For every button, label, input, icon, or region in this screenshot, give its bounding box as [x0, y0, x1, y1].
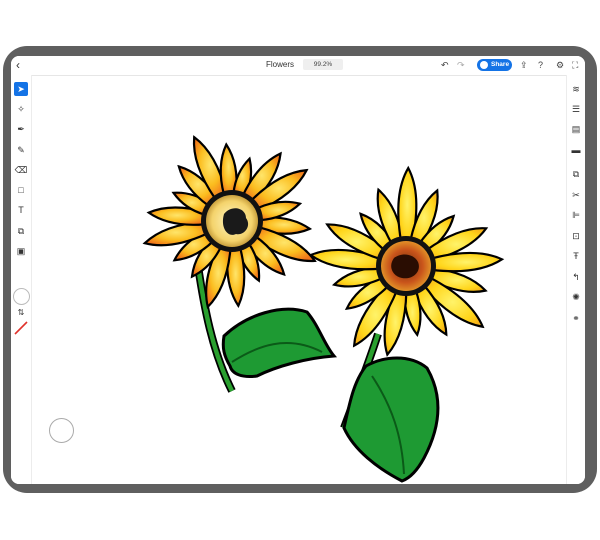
- place-image-tool[interactable]: ▣: [14, 244, 28, 258]
- arrange-icon[interactable]: ⧉: [569, 167, 583, 181]
- help-icon[interactable]: ?: [538, 60, 543, 70]
- share-label: Share: [491, 61, 510, 68]
- right-sunflower[interactable]: [308, 165, 505, 357]
- undo-icon[interactable]: ↶: [441, 60, 449, 71]
- top-bar: ‹ Flowers 99.2% ↶ ↷ Share ⇪ ? ⚙ ⛶: [11, 56, 585, 76]
- eraser-tool[interactable]: ⌫: [14, 163, 28, 177]
- export-icon[interactable]: ⇪: [520, 60, 528, 71]
- seed-cluster: [391, 254, 419, 279]
- eraser-icon: ⌫: [14, 165, 28, 175]
- petal: [429, 251, 505, 273]
- type-tool[interactable]: T: [14, 203, 28, 217]
- direct-selection-tool[interactable]: ✧: [14, 102, 28, 116]
- pencil-icon: ✎: [17, 145, 25, 155]
- artboard-canvas[interactable]: [32, 76, 565, 484]
- crop-icon[interactable]: ⊡: [569, 229, 583, 243]
- pen-tool[interactable]: ✒: [14, 122, 28, 136]
- rectangle-icon: □: [18, 185, 24, 195]
- layers-icon[interactable]: ≋: [569, 82, 583, 96]
- transform-tool[interactable]: ⧉: [14, 224, 28, 238]
- left-toolbar: ➤ ✧ ✒ ✎ ⌫ □ T ⧉ ▣ ⇅: [11, 75, 32, 484]
- user-icon: [480, 61, 488, 69]
- zoom-level[interactable]: 99.2%: [303, 59, 343, 70]
- touch-shortcut-button[interactable]: [49, 418, 74, 443]
- type-icon: T: [18, 205, 24, 215]
- swap-colors-icon[interactable]: ⇅: [14, 306, 28, 320]
- document-title[interactable]: Flowers: [266, 60, 294, 69]
- left-sunflower[interactable]: [142, 135, 317, 310]
- type-options-icon[interactable]: Ŧ: [569, 249, 583, 263]
- image-icon: ▣: [16, 246, 26, 256]
- right-flower-leaf[interactable]: [342, 356, 440, 483]
- fit-screen-icon[interactable]: ⛶: [572, 60, 578, 71]
- sparkle-pointer-icon: ✧: [17, 104, 25, 114]
- gear-icon[interactable]: ⚙: [556, 60, 564, 71]
- libraries-icon[interactable]: ▤: [569, 122, 583, 136]
- chevron-left-icon[interactable]: ‹: [16, 58, 20, 72]
- repeat-icon[interactable]: ✺: [569, 290, 583, 304]
- app-screen: ‹ Flowers 99.2% ↶ ↷ Share ⇪ ? ⚙ ⛶ ➤ ✧ ✒ …: [11, 56, 585, 484]
- redo-icon[interactable]: ↷: [457, 60, 465, 71]
- pointer-icon: ➤: [17, 84, 25, 94]
- comments-icon[interactable]: ▬: [569, 143, 583, 157]
- properties-icon[interactable]: ☰: [569, 102, 583, 116]
- align-icon[interactable]: ⊫: [569, 208, 583, 222]
- link-icon[interactable]: ⚭: [569, 311, 583, 325]
- share-button[interactable]: Share: [477, 59, 512, 71]
- right-toolbar: ≋ ☰ ▤ ▬ ⧉ ✂ ⊫ ⊡ Ŧ ↰ ✺ ⚭: [566, 75, 585, 484]
- left-flower-leaf[interactable]: [221, 307, 338, 378]
- shape-tool[interactable]: □: [14, 183, 28, 197]
- stroke-color-swatch[interactable]: [14, 321, 28, 335]
- scissors-icon[interactable]: ✂: [569, 188, 583, 202]
- fill-color-swatch[interactable]: [13, 288, 30, 305]
- transform-icon: ⧉: [17, 226, 25, 236]
- pen-icon: ✒: [17, 124, 25, 134]
- selection-tool[interactable]: ➤: [14, 82, 28, 96]
- path-icon[interactable]: ↰: [569, 270, 583, 284]
- pencil-tool[interactable]: ✎: [14, 143, 28, 157]
